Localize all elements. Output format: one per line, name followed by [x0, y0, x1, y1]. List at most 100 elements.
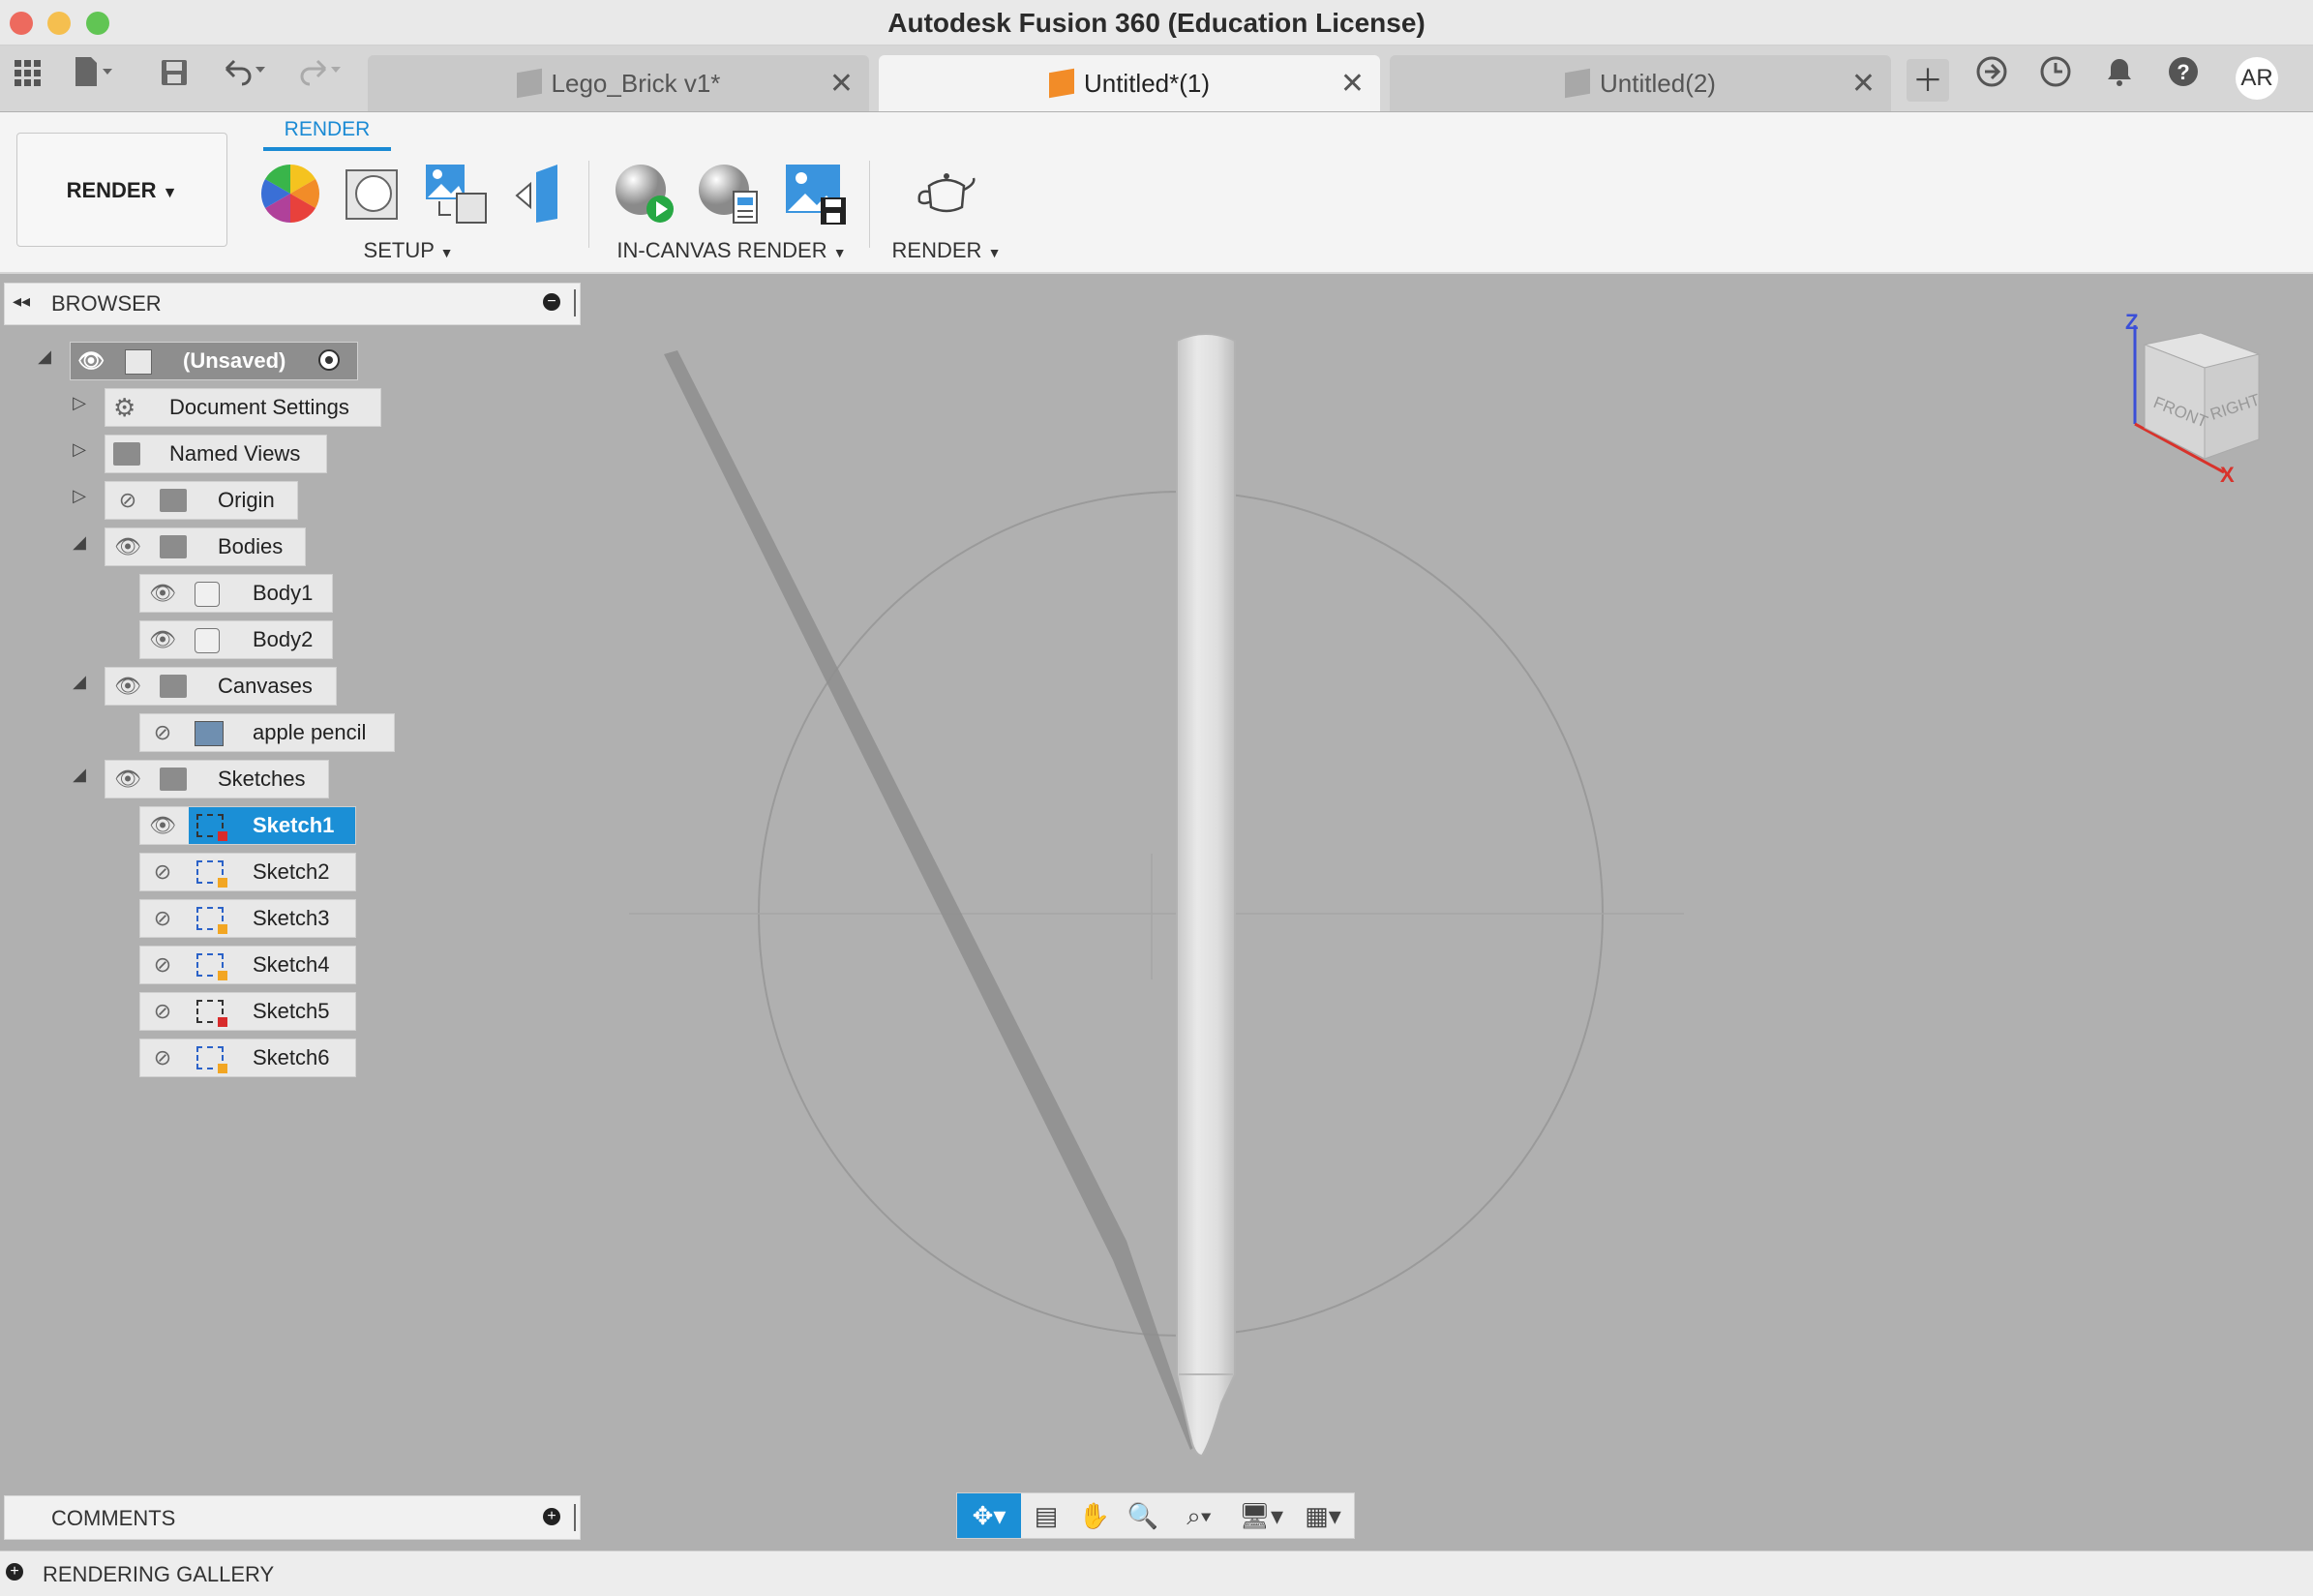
grid-settings-icon[interactable]: ▦▾ [1296, 1497, 1350, 1534]
tree-item-sketch1[interactable]: 👁 Sketch1 [139, 806, 356, 845]
visibility-eye-icon[interactable]: 👁 [146, 621, 179, 658]
visibility-hidden-icon[interactable]: ⊘ [111, 482, 144, 519]
tab-untitled-1[interactable]: Untitled*(1) ✕ [879, 55, 1380, 111]
activate-radio-icon[interactable] [318, 349, 340, 371]
add-comment-icon[interactable]: + [543, 1508, 560, 1525]
component-icon [1565, 68, 1591, 99]
visibility-hidden-icon[interactable]: ⊘ [146, 993, 179, 1030]
undo-icon[interactable] [221, 55, 265, 98]
minimize-panel-icon[interactable]: − [543, 293, 560, 311]
tab-untitled-2[interactable]: Untitled(2) ✕ [1390, 55, 1891, 111]
job-status-icon[interactable] [2034, 55, 2077, 98]
image-canvas-icon [195, 721, 224, 746]
tree-item-origin[interactable]: ⊘ Origin [105, 481, 298, 520]
pan-hand-icon[interactable]: ✋ [1073, 1497, 1116, 1534]
tree-label: Canvases [218, 674, 313, 698]
visibility-eye-icon[interactable]: 👁 [111, 668, 144, 705]
tree-item-body1[interactable]: 👁 Body1 [139, 574, 333, 613]
redo-icon[interactable] [296, 55, 341, 98]
visibility-hidden-icon[interactable]: ⊘ [146, 714, 179, 751]
tree-item-apple-pencil[interactable]: ⊘ apple pencil [139, 713, 395, 752]
expand-arrow-icon[interactable]: ◢ [33, 346, 56, 367]
close-tab-icon[interactable]: ✕ [829, 67, 854, 101]
zoom-window-icon[interactable]: ⌕▾ [1172, 1497, 1226, 1534]
tree-item-named-views[interactable]: Named Views [105, 435, 327, 473]
expand-gallery-icon[interactable]: + [6, 1563, 23, 1581]
visibility-hidden-icon[interactable]: ⊘ [146, 1039, 179, 1076]
notifications-bell-icon[interactable] [2098, 55, 2141, 98]
visibility-hidden-icon[interactable]: ⊘ [146, 947, 179, 983]
tree-item-canvases[interactable]: 👁 Canvases [105, 667, 337, 706]
tree-item-document-settings[interactable]: ⚙ Document Settings [105, 388, 381, 427]
tab-label: Untitled*(1) [1083, 69, 1211, 98]
app-grid-icon[interactable] [6, 55, 48, 98]
in-canvas-render-start-icon[interactable] [614, 163, 676, 225]
tab-label: Lego_Brick v1* [551, 69, 721, 98]
decal-icon[interactable] [513, 163, 575, 225]
visibility-eye-icon[interactable]: 👁 [111, 761, 144, 798]
visibility-hidden-icon[interactable]: ⊘ [146, 900, 179, 937]
body-icon [195, 582, 220, 607]
expand-arrow-icon[interactable]: ▷ [68, 486, 91, 506]
user-avatar[interactable]: AR [2236, 57, 2278, 100]
visibility-eye-icon[interactable]: 👁 [146, 575, 179, 612]
browser-panel-header[interactable]: ◂◂ BROWSER − [4, 283, 581, 325]
visibility-eye-icon[interactable]: 👁 [75, 343, 107, 379]
pencil-body[interactable] [1176, 333, 1236, 1458]
file-menu-icon[interactable] [72, 55, 114, 98]
tree-item-sketch6[interactable]: ⊘ Sketch6 [139, 1039, 356, 1077]
tab-render[interactable]: RENDER [263, 118, 391, 151]
collapse-panel-icon[interactable]: ◂◂ [13, 291, 30, 312]
tree-item-bodies[interactable]: 👁 Bodies [105, 527, 306, 566]
capture-image-icon[interactable] [784, 163, 846, 225]
expand-arrow-icon[interactable]: ◢ [68, 765, 91, 785]
save-icon[interactable] [153, 55, 195, 98]
in-canvas-render-settings-icon[interactable] [697, 163, 759, 225]
close-tab-icon[interactable]: ✕ [1851, 67, 1876, 101]
data-panel-icon[interactable] [1970, 55, 2013, 98]
expand-arrow-icon[interactable]: ◢ [68, 672, 91, 692]
z-axis-label: Z [2125, 310, 2138, 334]
display-settings-icon[interactable]: 🖥▾ [1234, 1497, 1288, 1534]
expand-arrow-icon[interactable]: ▷ [68, 393, 91, 413]
help-icon[interactable]: ? [2162, 55, 2205, 98]
expand-arrow-icon[interactable]: ▷ [68, 439, 91, 460]
panel-resize-handle[interactable] [574, 1504, 576, 1531]
texture-map-icon[interactable] [424, 163, 487, 225]
tree-item-sketch3[interactable]: ⊘ Sketch3 [139, 899, 356, 938]
tree-root-unsaved[interactable]: 👁 (Unsaved) [70, 342, 358, 380]
visibility-eye-icon[interactable]: 👁 [146, 807, 179, 844]
new-tab-icon[interactable]: ＋ [1907, 59, 1949, 102]
tree-item-sketch5[interactable]: ⊘ Sketch5 [139, 992, 356, 1031]
in-canvas-render-group-dropdown[interactable]: IN-CANVAS RENDER ▼ [616, 238, 848, 263]
tree-item-body2[interactable]: 👁 Body2 [139, 620, 333, 659]
workspace-switcher-button[interactable]: RENDER ▼ [16, 133, 227, 247]
orbit-icon[interactable]: ✥▾ [957, 1493, 1021, 1538]
close-tab-icon[interactable]: ✕ [1340, 67, 1365, 101]
tree-label: Sketch6 [253, 1045, 330, 1069]
panel-resize-handle[interactable] [574, 289, 576, 316]
scene-settings-icon[interactable] [341, 163, 403, 225]
comments-panel-header[interactable]: COMMENTS + [4, 1495, 581, 1540]
zoom-icon[interactable]: 🔍 [1122, 1497, 1164, 1534]
rendering-gallery-bar[interactable]: + RENDERING GALLERY [0, 1551, 2313, 1596]
tree-item-sketch2[interactable]: ⊘ Sketch2 [139, 853, 356, 891]
browser-title: BROWSER [51, 291, 162, 316]
visibility-hidden-icon[interactable]: ⊘ [146, 854, 179, 890]
sketch-icon [196, 860, 227, 888]
folder-icon [160, 535, 187, 558]
look-at-icon[interactable]: ▤ [1025, 1497, 1067, 1534]
view-cube[interactable]: Z X FRONT RIGHT [2123, 308, 2278, 492]
render-group-dropdown[interactable]: RENDER ▼ [888, 238, 1005, 263]
dropdown-arrow-icon: ▼ [987, 245, 1002, 260]
x-axis-label: X [2220, 463, 2235, 487]
visibility-eye-icon[interactable]: 👁 [111, 528, 144, 565]
tree-item-sketches[interactable]: 👁 Sketches [105, 760, 329, 798]
setup-group-dropdown[interactable]: SETUP ▼ [341, 238, 476, 263]
orange-component-icon [1048, 68, 1074, 99]
tree-item-sketch4[interactable]: ⊘ Sketch4 [139, 946, 356, 984]
appearance-color-wheel-icon[interactable] [259, 163, 321, 225]
expand-arrow-icon[interactable]: ◢ [68, 532, 91, 553]
render-teapot-icon[interactable] [914, 163, 976, 225]
tab-lego-brick[interactable]: Lego_Brick v1* ✕ [368, 55, 869, 111]
